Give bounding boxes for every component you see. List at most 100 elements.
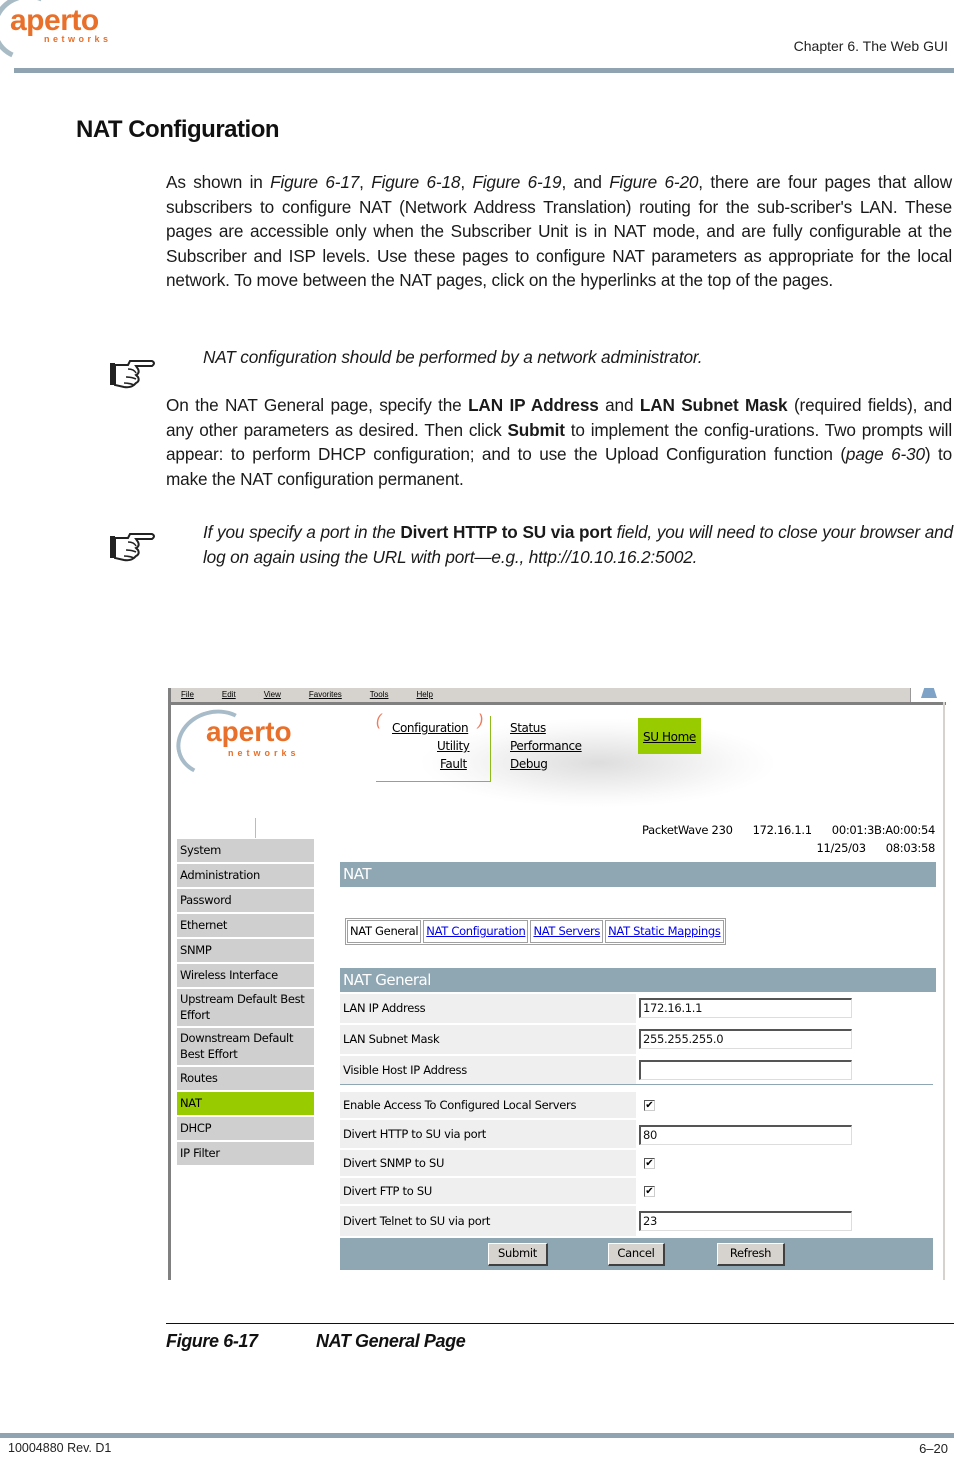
figure-title: NAT General Page <box>316 1331 466 1351</box>
sidebar-item-password[interactable]: Password <box>177 889 314 914</box>
menu-file[interactable]: File <box>181 690 194 699</box>
sidebar-item-administration[interactable]: Administration <box>177 864 314 889</box>
sidebar-item-nat[interactable]: NAT <box>177 1092 314 1117</box>
figure-caption: Figure 6-17 NAT General Page <box>166 1331 466 1352</box>
figure-ref: Figure 6-19 <box>472 172 562 192</box>
cancel-button[interactable]: Cancel <box>608 1243 665 1266</box>
app-logo-sub: networks <box>228 748 300 758</box>
text: On the NAT General page, specify the <box>166 395 469 415</box>
nat-general-paragraph: On the NAT General page, specify the LAN… <box>166 393 952 491</box>
menu-help[interactable]: Help <box>416 690 432 699</box>
logo-word: aperto <box>10 4 99 37</box>
tab-nat-static-mappings[interactable]: NAT Static Mappings <box>605 920 724 943</box>
sidebar-item-wireless-interface[interactable]: Wireless Interface <box>177 964 314 989</box>
frame-border <box>168 702 171 1280</box>
bold-term: LAN IP Address <box>468 395 599 415</box>
divert-http-label: Divert HTTP to SU via port <box>340 1120 636 1148</box>
sidebar-item-upstream-default[interactable]: Upstream Default Best Effort <box>177 989 314 1028</box>
device-ip: 172.16.1.1 <box>752 823 812 837</box>
menu-view[interactable]: View <box>264 690 281 699</box>
lan-ip-input[interactable]: 172.16.1.1 <box>639 998 852 1018</box>
pointing-hand-icon <box>110 533 155 562</box>
pointing-hand-icon <box>110 360 155 389</box>
su-home-button[interactable]: SU Home <box>638 718 701 754</box>
nav-configuration[interactable]: Configuration <box>392 721 469 735</box>
device-time: 08:03:58 <box>885 841 936 855</box>
submit-button[interactable]: Submit <box>488 1243 548 1266</box>
logo-sub: networks <box>44 34 112 44</box>
enable-access-checkbox[interactable]: ✔ <box>644 1100 655 1111</box>
nav-status[interactable]: Status <box>510 721 546 735</box>
menu-favorites[interactable]: Favorites <box>309 690 342 699</box>
chapter-title: Chapter 6. The Web GUI <box>793 38 948 54</box>
lan-mask-input[interactable]: 255.255.255.0 <box>639 1029 852 1049</box>
divert-ftp-label: Divert FTP to SU <box>340 1178 636 1204</box>
divert-http-port-input[interactable]: 80 <box>639 1125 852 1145</box>
figure-ref: Figure 6-18 <box>371 172 461 192</box>
checkmark-icon: ✔ <box>645 1100 654 1111</box>
nav-performance[interactable]: Performance <box>510 739 582 753</box>
app-logo-word: aperto <box>206 716 292 747</box>
note-divert-http: If you specify a port in the Divert HTTP… <box>203 520 953 569</box>
device-model: PacketWave 230 <box>642 823 733 837</box>
divider <box>340 1084 933 1085</box>
sidebar-item-dhcp[interactable]: DHCP <box>177 1117 314 1142</box>
divert-snmp-checkbox[interactable]: ✔ <box>644 1158 655 1169</box>
refresh-button[interactable]: Refresh <box>717 1243 785 1266</box>
page-ref: page 6-30 <box>845 444 925 465</box>
text: and <box>598 395 640 415</box>
text: , and <box>561 172 610 192</box>
device-date: 11/25/03 <box>816 841 867 855</box>
figure-number: Figure 6-17 <box>166 1331 258 1351</box>
bold-term: LAN Subnet Mask <box>639 395 788 415</box>
text: As shown in <box>166 172 271 192</box>
sidebar-item-ethernet[interactable]: Ethernet <box>177 914 314 939</box>
sidebar: System Administration Password Ethernet … <box>177 839 314 1167</box>
menu-edit[interactable]: Edit <box>222 690 236 699</box>
visible-host-label: Visible Host IP Address <box>340 1056 636 1085</box>
caption-rule <box>166 1323 954 1324</box>
figure-ref: Figure 6-20 <box>609 172 699 192</box>
sidebar-item-system[interactable]: System <box>177 839 314 864</box>
tab-nat-servers[interactable]: NAT Servers <box>530 920 604 943</box>
sidebar-item-snmp[interactable]: SNMP <box>177 939 314 964</box>
frame-border <box>168 702 946 705</box>
nat-general-screenshot: File Edit View Favorites Tools Help aperto ne… <box>168 688 948 1280</box>
menu-tools[interactable]: Tools <box>370 690 389 699</box>
aperto-logo: aperto networks <box>0 0 120 70</box>
footer-rule <box>0 1433 954 1438</box>
checkmark-icon: ✔ <box>645 1186 654 1197</box>
lan-ip-label: LAN IP Address <box>340 994 636 1023</box>
divert-telnet-label: Divert Telnet to SU via port <box>340 1206 636 1236</box>
divert-ftp-checkbox[interactable]: ✔ <box>644 1186 655 1197</box>
page-title-bar: NAT <box>340 862 936 887</box>
text: , <box>359 172 372 192</box>
sidebar-item-routes[interactable]: Routes <box>177 1067 314 1092</box>
scrollbar[interactable] <box>943 702 945 1280</box>
visible-host-input[interactable] <box>639 1060 852 1080</box>
text: If you specify a port in the <box>203 522 401 542</box>
sidebar-item-ip-filter[interactable]: IP Filter <box>177 1142 314 1167</box>
divider <box>255 818 256 838</box>
intro-paragraph: As shown in Figure 6-17, Figure 6-18, Fi… <box>166 170 952 293</box>
su-home-link[interactable]: SU Home <box>643 730 696 744</box>
divert-telnet-port-input[interactable]: 23 <box>639 1211 852 1231</box>
doc-id: 10004880 Rev. D1 <box>8 1441 112 1455</box>
tab-nat-configuration[interactable]: NAT Configuration <box>423 920 529 943</box>
figure-ref: Figure 6-17 <box>270 172 360 192</box>
bold-term: Divert HTTP to SU via port <box>400 522 612 542</box>
text: , <box>460 172 473 192</box>
nav-fault[interactable]: Fault <box>440 757 467 771</box>
sidebar-item-downstream-default[interactable]: Downstream Default Best Effort <box>177 1028 314 1067</box>
app-logo: aperto networks <box>168 701 326 785</box>
device-mac: 00:01:3B:A0:00:54 <box>831 823 936 837</box>
header-rule <box>14 68 954 73</box>
divert-snmp-label: Divert SNMP to SU <box>340 1150 636 1176</box>
section-bar: NAT General <box>340 968 936 992</box>
nav-debug[interactable]: Debug <box>510 757 548 771</box>
tab-nat-general[interactable]: NAT General <box>347 920 422 943</box>
browser-throbber-icon <box>910 688 947 702</box>
nav-utility[interactable]: Utility <box>437 739 470 753</box>
checkmark-icon: ✔ <box>645 1158 654 1169</box>
bracket-right-icon: ) <box>478 712 484 729</box>
